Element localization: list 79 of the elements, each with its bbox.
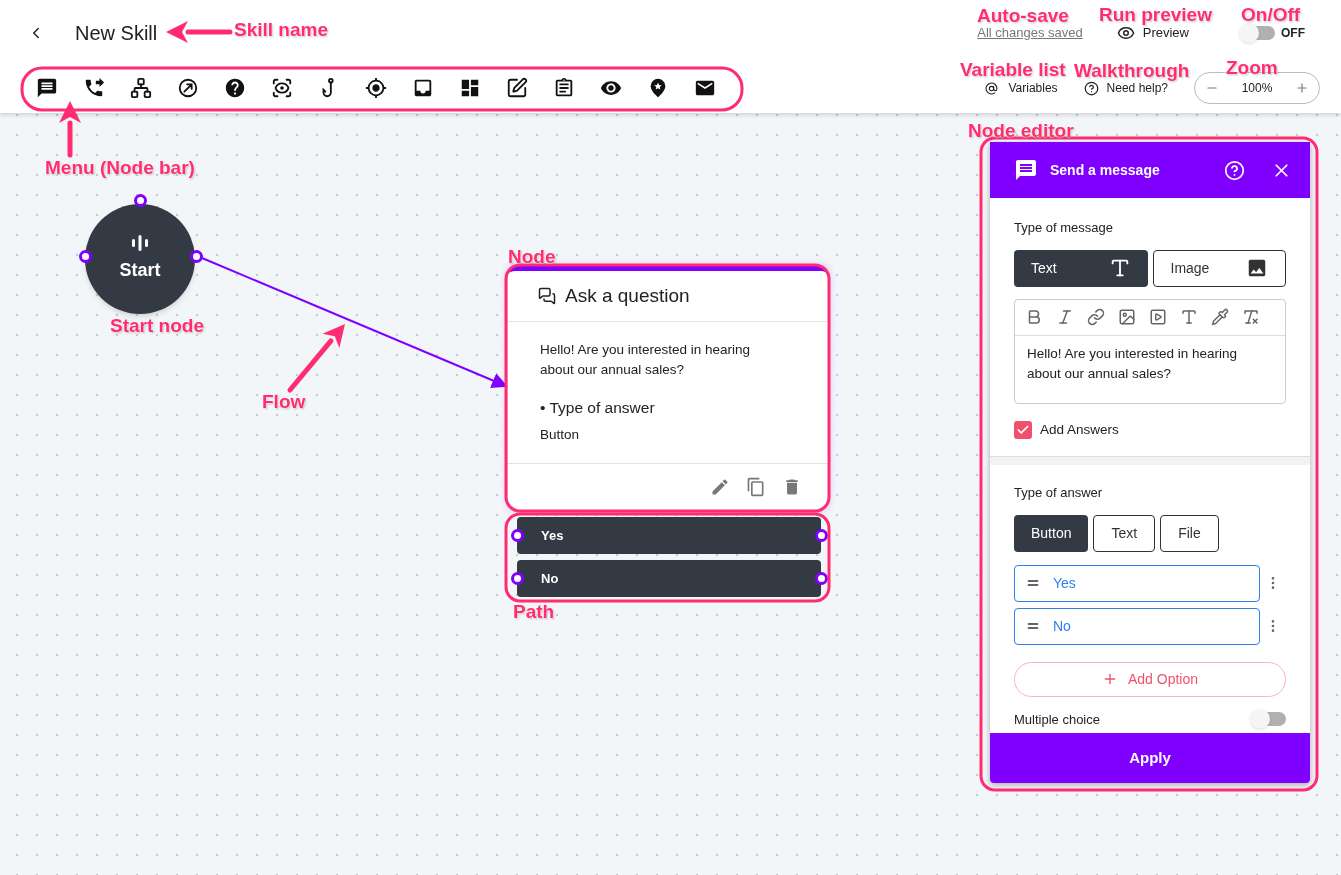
at-sign-icon (985, 81, 999, 95)
answer-type-tab[interactable]: Text (1093, 514, 1156, 552)
copy-icon[interactable] (746, 477, 766, 497)
annotation-label: Menu (Node bar) (45, 158, 195, 178)
annotation-label: Flow (262, 392, 306, 412)
annotation-label: Path (513, 602, 555, 622)
annotation-arrow (287, 324, 345, 393)
path-label: Yes (541, 526, 564, 545)
answer-type-tab[interactable]: File (1160, 514, 1219, 552)
pencil-icon[interactable] (710, 477, 730, 497)
annotation-label: Node editor (968, 121, 1074, 141)
eye-icon (1116, 24, 1135, 42)
checkbox[interactable] (1014, 420, 1032, 439)
annotation-label: Skill name (234, 20, 328, 40)
link-icon[interactable] (1087, 308, 1105, 326)
section-label: Type of answer (1014, 484, 1104, 502)
message-editor[interactable]: Hello! Are you interested in hearing about our annual sales? (1014, 298, 1286, 404)
eyedropper-icon[interactable] (1211, 308, 1229, 326)
annotation-arrow (59, 101, 81, 158)
annotation-label: Walkthrough (1074, 61, 1190, 81)
text-size-icon[interactable] (1180, 308, 1198, 326)
annotation-label: Variable list (960, 60, 1066, 80)
path-label: No (541, 569, 559, 588)
apply-button[interactable]: Apply (990, 733, 1310, 783)
eye-scan-icon[interactable] (270, 76, 294, 100)
connection-port[interactable] (133, 193, 147, 207)
clear-format-icon[interactable] (1242, 308, 1260, 326)
editor-title: Send a message (1050, 160, 1160, 180)
option-field[interactable]: Yes (1014, 564, 1260, 602)
start-node[interactable]: Start (85, 204, 195, 314)
image-icon[interactable] (1118, 308, 1136, 326)
path-bar[interactable]: No (517, 560, 821, 597)
answer-type-tab[interactable]: Button (1014, 514, 1089, 552)
annotation-label: Node (508, 247, 556, 267)
connection-port[interactable] (78, 249, 92, 263)
annotation-label: Auto-save (977, 6, 1069, 26)
start-label: Start (119, 258, 161, 282)
skill-name: New Skill (75, 21, 158, 46)
sitemap-icon[interactable] (129, 76, 153, 100)
annotation-label: Zoom (1226, 58, 1278, 78)
edit-icon[interactable] (505, 76, 529, 100)
question-node[interactable]: Ask a question Hello! Are you interested in hearing about our annual sales? • Type of answer Button (508, 266, 828, 510)
annotation-arrow (166, 21, 233, 43)
help-icon[interactable] (223, 76, 247, 100)
option-input[interactable]: No (1053, 615, 1233, 637)
message-text: Hello! Are you interested in hearing about our annual sales? (1026, 344, 1239, 383)
chat-icon (538, 287, 556, 305)
image-icon (1246, 257, 1268, 279)
plus-icon (1295, 81, 1309, 95)
multiple-choice-label: Multiple choice (1014, 710, 1100, 729)
path-bar[interactable]: Yes (517, 517, 821, 554)
option-input[interactable]: Yes (1053, 572, 1233, 594)
annotation-label: Run preview (1099, 5, 1212, 25)
answer-type: Button (540, 426, 581, 445)
italic-icon[interactable] (1056, 308, 1074, 326)
annotation-label: Start node (110, 316, 204, 336)
crosshair-icon[interactable] (364, 76, 388, 100)
checkbox-label: Add Answers (1040, 420, 1119, 439)
message-type-tab[interactable]: Text (1014, 249, 1148, 287)
help-icon (1083, 80, 1099, 96)
node-message: Hello! Are you interested in hearing about our annual sales? (540, 341, 752, 379)
annotation-label: On/Off (1241, 5, 1301, 25)
message-type-tab[interactable]: Image (1152, 249, 1286, 287)
autosave-link[interactable]: All changes saved (977, 23, 1083, 43)
toggle-switch[interactable] (1241, 26, 1275, 40)
video-icon[interactable] (1149, 308, 1167, 326)
help-icon[interactable] (1224, 159, 1245, 181)
arrow-circle-icon[interactable] (176, 76, 200, 100)
help-button[interactable]: Need help? (1083, 79, 1168, 97)
zoom-level: 100% (1241, 80, 1273, 97)
option-field[interactable]: No (1014, 607, 1260, 645)
audio-bars-icon (130, 234, 150, 251)
variables-button[interactable]: Variables (985, 79, 1058, 97)
node-title: Ask a question (565, 283, 690, 308)
toggle-switch[interactable] (1252, 712, 1286, 727)
message-icon (1014, 158, 1038, 182)
toggle-label: OFF (1281, 25, 1305, 42)
section-label: Type of message (1014, 219, 1114, 237)
answer-heading: • Type of answer (540, 398, 656, 418)
